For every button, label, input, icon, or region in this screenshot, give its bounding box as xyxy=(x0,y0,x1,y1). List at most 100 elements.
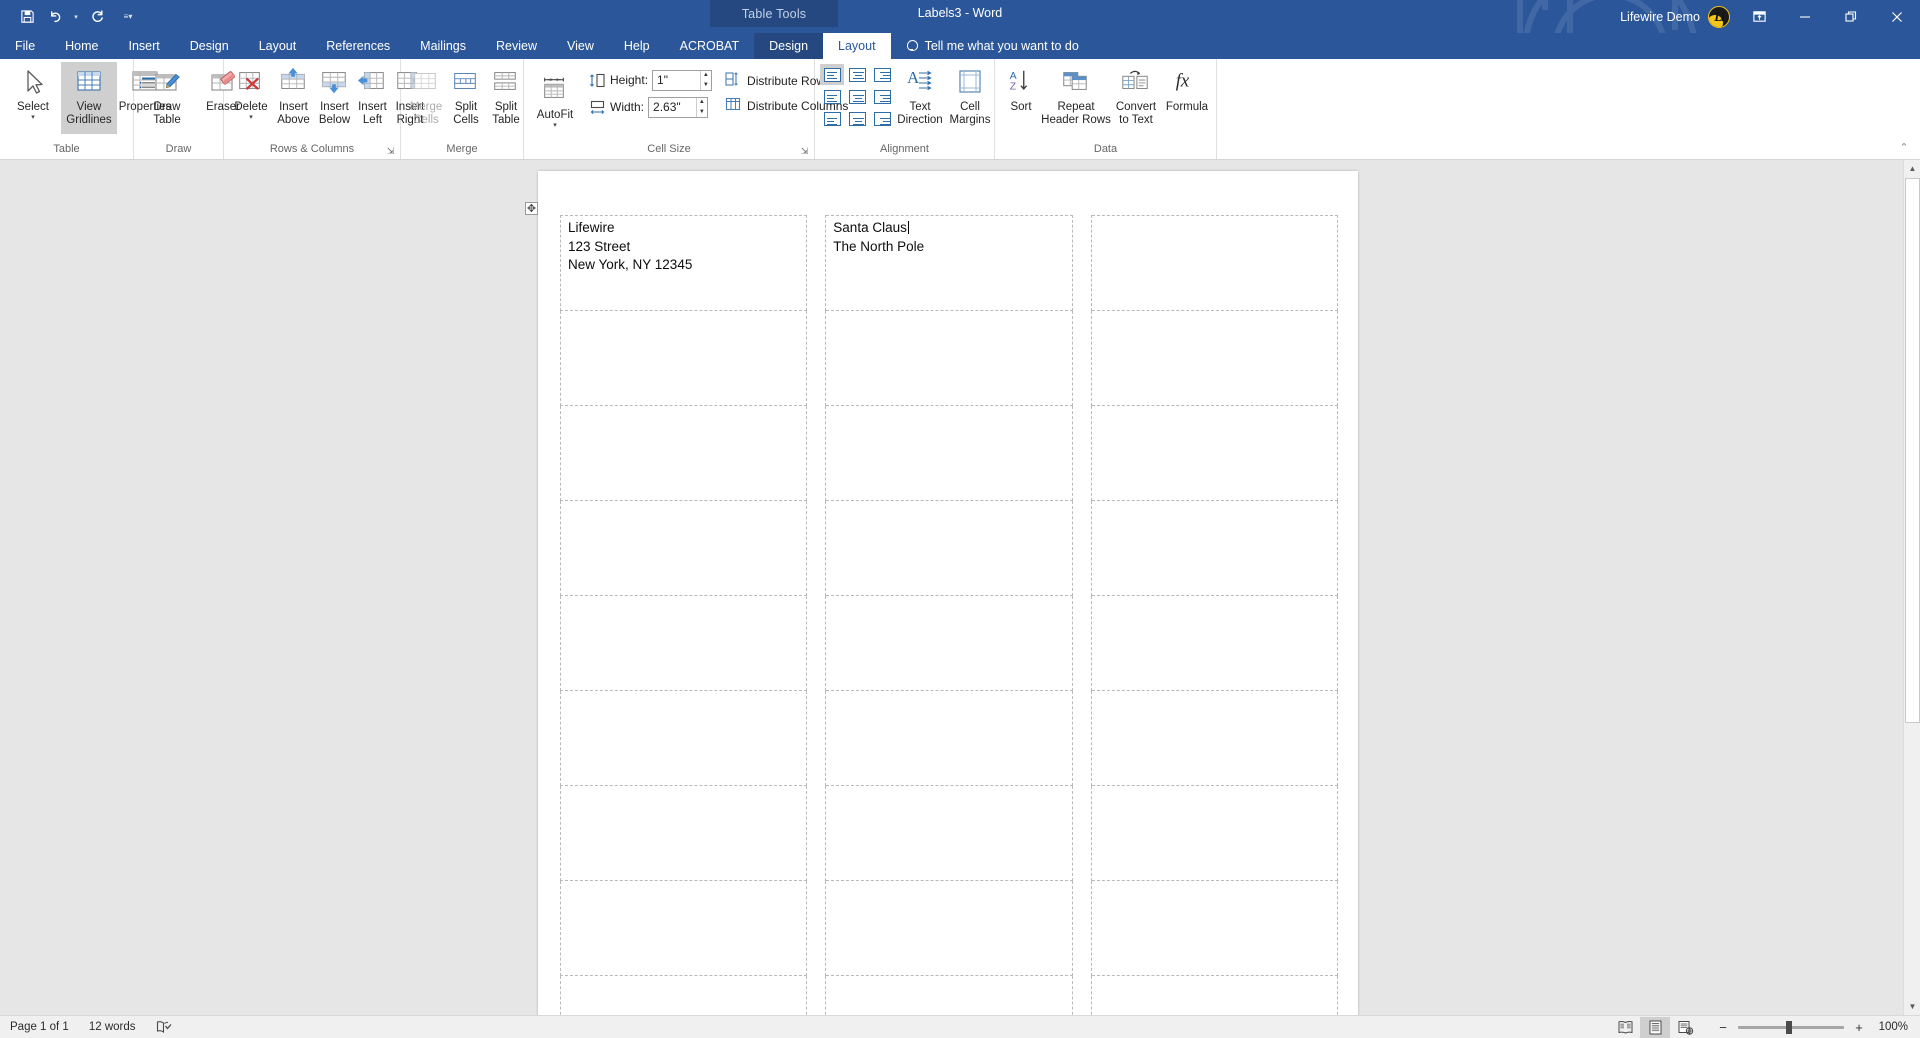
label-cell-r1c1[interactable] xyxy=(825,310,1073,406)
delete-dropdown-caret[interactable]: ▾ xyxy=(249,114,253,122)
tab-help[interactable]: Help xyxy=(609,33,665,59)
redo-icon[interactable] xyxy=(84,4,110,30)
autofit-button[interactable]: AutoFit ▾ xyxy=(529,70,581,142)
page-info[interactable]: Page 1 of 1 xyxy=(0,1016,79,1038)
avatar[interactable]: Li xyxy=(1708,5,1730,28)
label-cell-r8c1[interactable] xyxy=(825,975,1073,1015)
undo-icon[interactable] xyxy=(42,4,68,30)
minimize-button[interactable] xyxy=(1782,0,1828,33)
undo-dropdown-caret[interactable]: ▾ xyxy=(70,4,82,30)
tab-insert[interactable]: Insert xyxy=(114,33,175,59)
account-button[interactable]: Lifewire Demo Li xyxy=(1610,3,1736,31)
align-bottom-left-button[interactable] xyxy=(820,108,844,129)
table-row[interactable] xyxy=(559,785,1339,881)
table-row[interactable] xyxy=(559,690,1339,786)
scroll-up-button[interactable]: ▲ xyxy=(1904,160,1920,177)
formula-button[interactable]: fx Formula xyxy=(1162,62,1212,134)
document-page[interactable]: ✥ Lifewire 123 Street New York, NY 12345… xyxy=(525,171,1358,1015)
table-row[interactable] xyxy=(559,595,1339,691)
cell-width-decrease[interactable]: ▼ xyxy=(697,107,707,117)
table-row[interactable] xyxy=(559,500,1339,596)
cell-height-decrease[interactable]: ▼ xyxy=(701,80,711,90)
align-top-center-button[interactable] xyxy=(845,64,869,85)
label-cell-r7c2[interactable] xyxy=(1090,880,1339,976)
table-row[interactable] xyxy=(559,310,1339,406)
tab-table-design[interactable]: Design xyxy=(754,33,824,59)
label-cell-r2c2[interactable] xyxy=(1090,405,1339,501)
repeat-header-rows-button[interactable]: Repeat Header Rows xyxy=(1041,62,1111,134)
select-button[interactable]: Select ▾ xyxy=(5,62,61,134)
labels-table[interactable]: Lifewire 123 Street New York, NY 12345 S… xyxy=(559,215,1339,1015)
cell-width-increase[interactable]: ▲ xyxy=(697,98,707,108)
autofit-dropdown-caret[interactable]: ▾ xyxy=(553,122,557,130)
convert-to-text-button[interactable]: Convert to Text xyxy=(1110,62,1162,134)
save-icon[interactable] xyxy=(14,4,40,30)
table-row[interactable]: Lifewire 123 Street New York, NY 12345 S… xyxy=(559,215,1339,311)
tab-home[interactable]: Home xyxy=(50,33,113,59)
align-top-right-button[interactable] xyxy=(870,64,894,85)
zoom-in-button[interactable]: + xyxy=(1852,1020,1866,1035)
cell-height-stepper[interactable]: ▲ ▼ xyxy=(652,69,713,91)
proofing-status-button[interactable] xyxy=(146,1016,182,1038)
restore-button[interactable] xyxy=(1828,0,1874,33)
label-cell-r1c2[interactable] xyxy=(1090,310,1339,406)
tab-view[interactable]: View xyxy=(552,33,609,59)
cell-height-increase[interactable]: ▲ xyxy=(701,71,711,81)
split-table-button[interactable]: Split Table xyxy=(486,62,526,134)
close-button[interactable] xyxy=(1874,0,1920,33)
zoom-level-label[interactable]: 100% xyxy=(1872,1021,1908,1033)
table-row[interactable] xyxy=(559,975,1339,1015)
label-cell-r1c0[interactable] xyxy=(559,310,808,406)
view-gridlines-button[interactable]: View Gridlines xyxy=(61,62,117,134)
align-top-left-button[interactable] xyxy=(820,64,844,85)
ribbon-display-options-icon[interactable] xyxy=(1736,0,1782,33)
web-layout-view-button[interactable] xyxy=(1670,1017,1700,1038)
align-bottom-center-button[interactable] xyxy=(845,108,869,129)
label-cell-r4c1[interactable] xyxy=(825,595,1073,691)
cell-width-input[interactable] xyxy=(649,97,696,117)
rows-columns-dialog-launcher[interactable]: ⇲ xyxy=(385,146,396,157)
cell-size-dialog-launcher[interactable]: ⇲ xyxy=(799,146,810,157)
read-mode-view-button[interactable] xyxy=(1610,1017,1640,1038)
cell-margins-button[interactable]: Cell Margins xyxy=(946,62,994,134)
draw-table-button[interactable]: Draw Table xyxy=(139,62,195,134)
tab-file[interactable]: File xyxy=(0,33,50,59)
label-cell-r3c1[interactable] xyxy=(825,500,1073,596)
label-cell-r2c1[interactable] xyxy=(825,405,1073,501)
label-cell-r4c2[interactable] xyxy=(1090,595,1339,691)
label-cell-r6c1[interactable] xyxy=(825,785,1073,881)
sort-button[interactable]: A Z Sort xyxy=(1000,62,1042,134)
tab-acrobat[interactable]: ACROBAT xyxy=(665,33,755,59)
zoom-out-button[interactable]: − xyxy=(1716,1020,1730,1035)
label-cell-r0c0[interactable]: Lifewire 123 Street New York, NY 12345 xyxy=(559,215,808,311)
label-cell-r7c0[interactable] xyxy=(559,880,808,976)
label-cell-r0c2[interactable] xyxy=(1090,215,1339,311)
table-move-handle[interactable]: ✥ xyxy=(525,202,538,215)
tab-review[interactable]: Review xyxy=(481,33,552,59)
tab-mailings[interactable]: Mailings xyxy=(405,33,481,59)
collapse-ribbon-button[interactable]: ⌃ xyxy=(1896,139,1912,155)
table-row[interactable] xyxy=(559,405,1339,501)
label-cell-r0c1[interactable]: Santa Claus The North Pole xyxy=(825,215,1073,311)
tab-design[interactable]: Design xyxy=(175,33,244,59)
table-row[interactable] xyxy=(559,880,1339,976)
cell-width-stepper[interactable]: ▲ ▼ xyxy=(648,96,709,118)
customize-quick-access-toolbar-caret[interactable]: ≡▾ xyxy=(122,4,134,30)
tell-me-search[interactable]: Tell me what you want to do xyxy=(891,33,1091,59)
label-cell-r8c0[interactable] xyxy=(559,975,808,1015)
label-cell-r3c2[interactable] xyxy=(1090,500,1339,596)
align-center-button[interactable] xyxy=(845,86,869,107)
print-layout-view-button[interactable] xyxy=(1640,1016,1670,1038)
vertical-scrollbar[interactable]: ▲ ▼ xyxy=(1903,160,1920,1015)
label-cell-r4c0[interactable] xyxy=(559,595,808,691)
label-cell-r6c0[interactable] xyxy=(559,785,808,881)
label-cell-r6c2[interactable] xyxy=(1090,785,1339,881)
scroll-down-button[interactable]: ▼ xyxy=(1904,998,1920,1015)
zoom-slider-track[interactable] xyxy=(1738,1020,1844,1034)
label-cell-r5c0[interactable] xyxy=(559,690,808,786)
label-cell-r3c0[interactable] xyxy=(559,500,808,596)
label-cell-r2c0[interactable] xyxy=(559,405,808,501)
cell-height-input[interactable] xyxy=(653,70,700,90)
tab-references[interactable]: References xyxy=(311,33,405,59)
tab-table-layout[interactable]: Layout xyxy=(823,33,891,59)
